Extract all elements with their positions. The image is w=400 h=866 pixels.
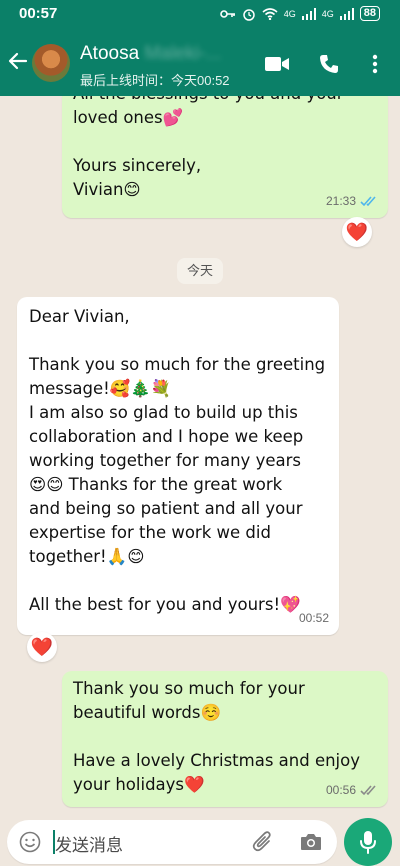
message-line: together!🙏😊 <box>29 547 145 566</box>
message-line: and being so patient and all your <box>29 499 303 518</box>
back-arrow-icon[interactable] <box>7 50 29 72</box>
delivered-receipt-icon <box>360 784 376 795</box>
more-options-icon[interactable] <box>372 54 378 74</box>
heart-reaction[interactable]: ❤️ <box>27 632 57 662</box>
network-type-label-2: 4G <box>321 8 334 19</box>
emoji-icon[interactable] <box>19 831 41 853</box>
message-time: 00:52 <box>298 611 329 625</box>
message-line: working together for many years <box>29 451 301 470</box>
message-line: Vivian😊 <box>73 180 141 199</box>
reaction-emoji: ❤️ <box>345 221 369 243</box>
status-bar: 00:57 4G 4G 88 <box>0 0 400 30</box>
contact-first-name: Atoosa <box>80 43 140 64</box>
message-line: message!🥰🎄💐 <box>29 379 172 398</box>
message-input-bar[interactable]: 发送消息 <box>7 820 337 864</box>
message-line: loved ones💕 <box>73 108 184 127</box>
video-call-icon[interactable] <box>265 56 289 72</box>
date-separator: 今天 <box>177 258 223 284</box>
camera-icon[interactable] <box>300 832 322 851</box>
wifi-icon <box>262 7 278 20</box>
message-meta: 00:52 <box>299 606 329 630</box>
message-line: Dear Vivian, <box>29 307 130 326</box>
reaction-emoji: ❤️ <box>30 636 54 658</box>
phone-icon[interactable] <box>319 54 339 74</box>
message-line: 😍😊 Thanks for the great work <box>29 475 283 494</box>
message-line: Thank you so much for your <box>73 679 305 698</box>
message-line: Have a lovely Christmas and enjoy <box>73 751 361 770</box>
chat-area[interactable]: All the blessings to you and your loved … <box>0 96 400 816</box>
status-icons: 4G 4G 88 <box>219 6 380 21</box>
signal-icon-1 <box>301 7 316 20</box>
voice-message-button[interactable] <box>344 818 392 866</box>
message-line: beautiful words☺️ <box>73 703 222 722</box>
message-line: Thank you so much for the greeting <box>29 355 326 374</box>
chat-header: Atoosa Maleki-... 最后上线时间：今天00:52 <box>0 30 400 96</box>
read-receipt-icon <box>360 195 376 206</box>
status-time: 00:57 <box>19 5 58 22</box>
message-time: 00:56 <box>325 783 356 797</box>
message-line: All the best for you and yours!💖 <box>29 595 301 614</box>
message-line: expertise for the work we did <box>29 523 271 542</box>
message-meta: 21:33 <box>326 189 378 213</box>
contact-avatar[interactable] <box>32 44 70 82</box>
message-line: your holidays❤️ <box>73 775 205 794</box>
outgoing-message[interactable]: Thank you so much for your beautiful wor… <box>62 671 388 807</box>
contact-name[interactable]: Atoosa Maleki-... <box>80 43 222 65</box>
last-seen-status: 最后上线时间：今天00:52 <box>80 73 230 88</box>
attachment-icon[interactable] <box>252 830 274 854</box>
message-line: collaboration and I hope we keep <box>29 427 304 446</box>
microphone-icon <box>360 831 376 854</box>
message-meta: 00:56 <box>326 778 378 802</box>
message-line: I am also so glad to build up this <box>29 403 298 422</box>
key-icon <box>219 9 235 18</box>
network-type-label: 4G <box>283 8 296 19</box>
message-line: All the blessings to you and your <box>73 96 344 106</box>
incoming-message[interactable]: Dear Vivian, Thank you so much for the g… <box>17 297 339 635</box>
message-line: Yours sincerely, <box>73 156 202 175</box>
alarm-icon <box>242 8 255 21</box>
contact-last-name-blurred: Maleki-... <box>144 43 222 64</box>
heart-reaction[interactable]: ❤️ <box>342 217 372 247</box>
message-input-placeholder[interactable]: 发送消息 <box>55 831 123 856</box>
message-time: 21:33 <box>325 194 356 208</box>
outgoing-message[interactable]: All the blessings to you and your loved … <box>62 96 388 218</box>
battery-indicator: 88 <box>359 6 380 21</box>
signal-icon-2 <box>339 7 354 20</box>
